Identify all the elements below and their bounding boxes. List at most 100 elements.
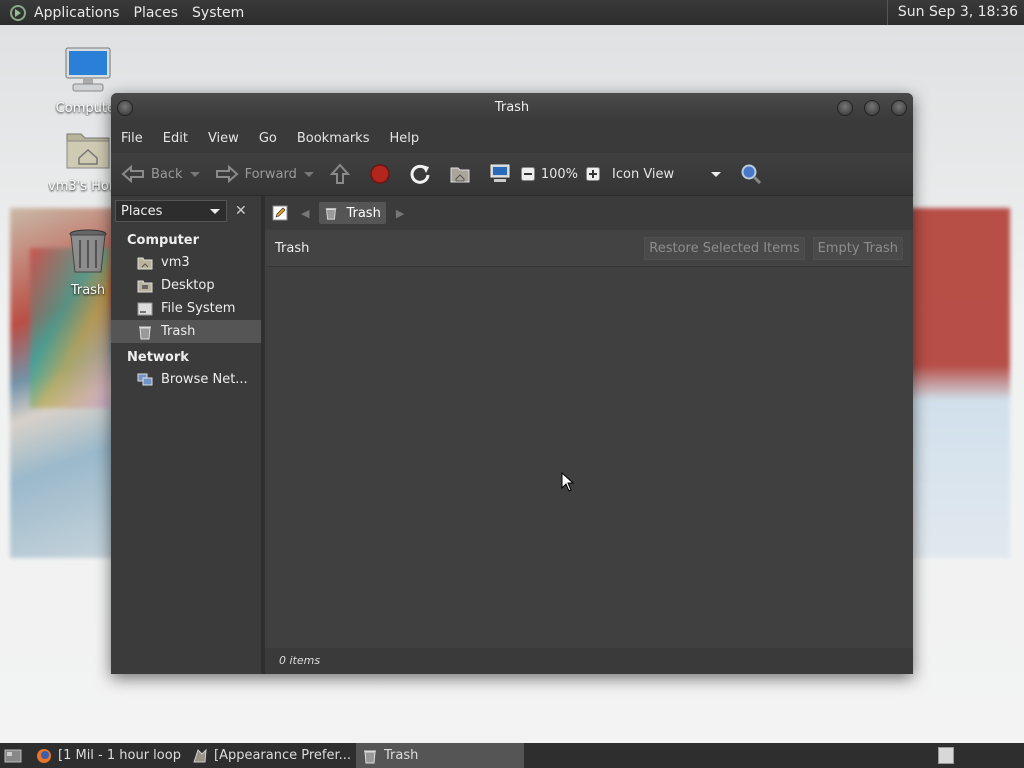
clock[interactable]: Sun Sep 3, 18:36	[886, 0, 1018, 25]
taskbar-item-label: [Appearance Prefer...	[214, 748, 352, 763]
toggle-location-entry-button[interactable]	[271, 204, 289, 222]
forward-arrow-icon	[215, 164, 239, 184]
taskbar-item-appearance[interactable]: [Appearance Prefer...	[186, 743, 356, 768]
sidebar-item-label: vm3	[161, 255, 190, 270]
system-menu-label: System	[192, 4, 245, 21]
show-desktop-icon	[4, 749, 22, 762]
system-menu[interactable]: System	[192, 5, 244, 21]
sidebar-section-network: Network	[127, 350, 189, 365]
menu-go[interactable]: Go	[249, 131, 287, 146]
trash-icon	[364, 750, 376, 763]
window-menu-button[interactable]	[117, 100, 133, 116]
taskbar-item-firefox[interactable]: [1 Mil - 1 hour loop (...	[30, 743, 186, 768]
back-arrow-icon	[121, 164, 144, 184]
taskbar-item-trash[interactable]: Trash	[356, 743, 524, 768]
back-button[interactable]: Back	[121, 164, 183, 184]
stop-button[interactable]	[369, 163, 391, 185]
view-mode-select[interactable]: Icon View	[612, 167, 722, 182]
back-label: Back	[151, 166, 183, 182]
close-button[interactable]	[891, 100, 907, 116]
zoom-out-button[interactable]	[520, 167, 535, 181]
trash-icon	[326, 208, 337, 220]
network-icon	[137, 373, 153, 385]
sidebar-item-label: Browse Net...	[161, 372, 248, 387]
search-icon	[741, 164, 762, 185]
home-folder-icon	[450, 167, 470, 183]
computer-icon	[490, 164, 510, 182]
reload-icon	[410, 164, 430, 184]
mouse-cursor-icon	[561, 472, 575, 492]
window-titlebar[interactable]: Trash	[111, 93, 913, 123]
workspace-switcher[interactable]	[938, 747, 954, 764]
sidebar-item-desktop[interactable]: Desktop	[111, 274, 261, 297]
firefox-icon	[37, 748, 51, 763]
forward-button[interactable]: Forward	[215, 164, 297, 184]
path-scroll-left-icon[interactable]: ◀	[301, 207, 309, 220]
view-mode-label: Icon View	[612, 166, 675, 182]
trash-info-bar: Trash Restore Selected Items Empty Trash	[267, 230, 911, 267]
home-folder-icon	[66, 133, 110, 169]
file-icon-view[interactable]	[265, 268, 913, 648]
show-desktop-button[interactable]	[0, 748, 30, 764]
menu-view[interactable]: View	[198, 131, 249, 146]
sidebar-item-label: File System	[161, 301, 236, 316]
menu-bar: File Edit View Go Bookmarks Help	[111, 123, 913, 153]
menu-bookmarks[interactable]: Bookmarks	[287, 131, 380, 146]
zoom-in-button[interactable]	[586, 167, 601, 181]
edit-location-icon	[272, 205, 288, 221]
minimize-button[interactable]	[837, 100, 853, 116]
trash-icon	[69, 229, 107, 273]
home-folder-icon	[137, 257, 153, 269]
up-arrow-icon	[329, 163, 351, 184]
sidebar-type-select[interactable]: Places	[115, 200, 227, 222]
menu-file[interactable]: File	[111, 131, 153, 146]
back-history-dropdown[interactable]	[189, 169, 201, 179]
maximize-button[interactable]	[864, 100, 880, 116]
zoom-level[interactable]: 100%	[541, 167, 578, 182]
main-pane: ◀ Trash ▶ Trash Restore Selected Items E…	[265, 196, 913, 674]
places-menu-label: Places	[133, 4, 179, 21]
taskbar-item-label: [1 Mil - 1 hour loop (...	[58, 748, 186, 763]
window-body: Places ✕ Computer vm3 Desktop File Syste…	[111, 196, 913, 674]
restore-selected-button[interactable]: Restore Selected Items	[644, 236, 805, 260]
sidebar: Places ✕ Computer vm3 Desktop File Syste…	[111, 196, 265, 674]
top-panel: Applications Places System Sun Sep 3, 18…	[0, 0, 1024, 25]
path-scroll-right-icon[interactable]: ▶	[396, 207, 404, 220]
sidebar-item-label: Desktop	[161, 278, 215, 293]
sidebar-item-browse-network[interactable]: Browse Net...	[111, 368, 261, 391]
zoom-in-icon	[586, 167, 601, 181]
status-bar: 0 items	[265, 648, 913, 674]
up-button[interactable]	[329, 163, 351, 185]
empty-trash-button[interactable]: Empty Trash	[812, 236, 903, 260]
toolbar: Back Forward 100% Icon View	[111, 153, 913, 196]
menu-help[interactable]: Help	[379, 131, 429, 146]
sidebar-section-computer: Computer	[127, 233, 200, 248]
bottom-panel: [1 Mil - 1 hour loop (... [Appearance Pr…	[0, 743, 1024, 768]
harddisk-icon	[137, 302, 153, 315]
chevron-down-icon	[303, 172, 314, 177]
distro-logo-icon	[10, 4, 26, 21]
taskbar-item-label: Trash	[384, 748, 419, 763]
file-manager-window: Trash File Edit View Go Bookmarks Help B…	[111, 93, 913, 674]
sidebar-type-label: Places	[121, 203, 163, 219]
sidebar-header: Places ✕	[111, 196, 261, 226]
home-button[interactable]	[449, 164, 471, 184]
forward-history-dropdown[interactable]	[303, 169, 315, 179]
sidebar-item-trash[interactable]: Trash	[111, 320, 261, 343]
menu-edit[interactable]: Edit	[153, 131, 198, 146]
path-bar: ◀ Trash ▶	[265, 196, 913, 230]
breadcrumb-label: Trash	[346, 205, 381, 221]
places-menu[interactable]: Places	[134, 5, 179, 21]
forward-label: Forward	[244, 166, 297, 182]
desktop-folder-icon	[137, 280, 153, 292]
reload-button[interactable]	[409, 163, 431, 185]
search-button[interactable]	[740, 163, 762, 185]
chevron-down-icon	[711, 172, 722, 177]
breadcrumb-trash[interactable]: Trash	[319, 202, 386, 224]
close-sidebar-icon[interactable]: ✕	[235, 203, 247, 219]
computer-button[interactable]	[489, 164, 511, 184]
sidebar-item-file-system[interactable]: File System	[111, 297, 261, 320]
sidebar-item-vm3[interactable]: vm3	[111, 251, 261, 274]
applications-menu[interactable]: Applications	[10, 4, 120, 21]
zoom-out-icon	[520, 167, 535, 181]
